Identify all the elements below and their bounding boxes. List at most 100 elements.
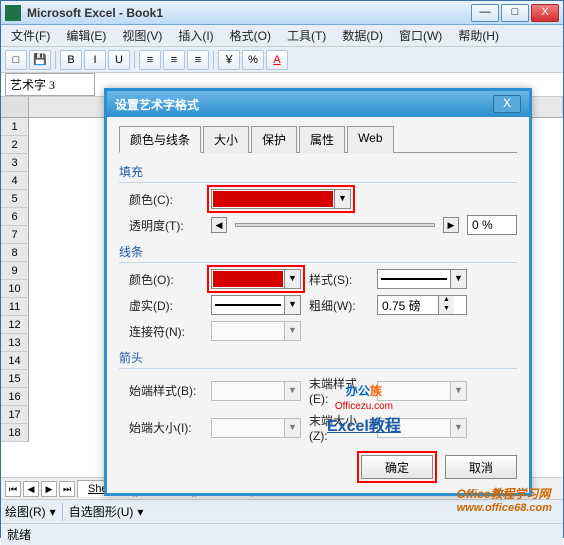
percent-button[interactable]: % [242, 50, 264, 70]
highlight-box: ▼ [207, 265, 305, 293]
titlebar[interactable]: Microsoft Excel - Book1 — □ X [1, 1, 563, 25]
begin-size-combo[interactable]: ▼ [211, 418, 301, 438]
menu-view[interactable]: 视图(V) [116, 25, 168, 46]
row-header[interactable]: 2 [1, 136, 29, 154]
menu-tools[interactable]: 工具(T) [281, 25, 332, 46]
tab-color-lines[interactable]: 颜色与线条 [119, 126, 201, 153]
menu-help[interactable]: 帮助(H) [452, 25, 505, 46]
row-header[interactable]: 10 [1, 280, 29, 298]
line-color-combo[interactable]: ▼ [211, 269, 301, 289]
row-header[interactable]: 9 [1, 262, 29, 280]
connector-label: 连接符(N): [129, 323, 203, 340]
arrows-section: 箭头 始端样式(B): ▼ 末端样式(E): ▼ 始端大小(I): ▼ 末端大小… [119, 349, 517, 443]
save-button[interactable]: 💾 [29, 50, 51, 70]
dropdown-icon: ▼ [334, 190, 350, 208]
row-header[interactable]: 3 [1, 154, 29, 172]
select-all-corner[interactable] [1, 97, 29, 117]
minimize-button[interactable]: — [471, 4, 499, 22]
row-header[interactable]: 14 [1, 352, 29, 370]
prev-sheet-button[interactable]: ◀ [23, 481, 39, 497]
end-style-combo[interactable]: ▼ [377, 381, 467, 401]
row-header[interactable]: 4 [1, 172, 29, 190]
italic-button[interactable]: I [84, 50, 106, 70]
last-sheet-button[interactable]: ⏭ [59, 481, 75, 497]
lines-section: 线条 颜色(O): ▼ 样式(S): ▼ 虚实(D): [119, 243, 517, 341]
close-button[interactable]: X [531, 4, 559, 22]
menu-file[interactable]: 文件(F) [5, 25, 56, 46]
row-header[interactable]: 11 [1, 298, 29, 316]
fill-section: 填充 颜色(C): ▼ 透明度(T): ◀ ▶ 0 % [119, 163, 517, 235]
row-header[interactable]: 7 [1, 226, 29, 244]
menu-insert[interactable]: 插入(I) [172, 25, 219, 46]
dialog-titlebar[interactable]: 设置艺术字格式 X [107, 91, 529, 117]
fill-color-label: 颜色(C): [129, 191, 203, 208]
bold-button[interactable]: B [60, 50, 82, 70]
menu-data[interactable]: 数据(D) [336, 25, 389, 46]
tab-size[interactable]: 大小 [203, 126, 249, 153]
menubar: 文件(F) 编辑(E) 视图(V) 插入(I) 格式(O) 工具(T) 数据(D… [1, 25, 563, 47]
row-header[interactable]: 5 [1, 190, 29, 208]
separator [62, 503, 63, 521]
fill-color-combo[interactable]: ▼ [211, 189, 351, 209]
slider-left-button[interactable]: ◀ [211, 217, 227, 233]
first-sheet-button[interactable]: ⏮ [5, 481, 21, 497]
highlight-box: ▼ [207, 185, 355, 213]
align-right-button[interactable]: ≡ [187, 50, 209, 70]
dash-combo[interactable]: ▼ [211, 295, 301, 315]
window-title: Microsoft Excel - Book1 [27, 6, 471, 20]
begin-style-combo[interactable]: ▼ [211, 381, 301, 401]
dropdown-icon: ▼ [284, 270, 300, 288]
drawing-menu[interactable]: 绘图(R) [5, 503, 46, 520]
cancel-button[interactable]: 取消 [445, 455, 517, 479]
end-size-combo[interactable]: ▼ [377, 418, 467, 438]
autoshapes-menu[interactable]: 自选图形(U) [69, 503, 134, 520]
fill-label: 填充 [119, 163, 517, 183]
toolbar: □ 💾 B I U ≡ ≡ ≡ ￥ % A [1, 47, 563, 73]
row-header[interactable]: 8 [1, 244, 29, 262]
slider-right-button[interactable]: ▶ [443, 217, 459, 233]
row-header[interactable]: 12 [1, 316, 29, 334]
align-left-button[interactable]: ≡ [139, 50, 161, 70]
line-style-combo[interactable]: ▼ [377, 269, 467, 289]
dialog-close-button[interactable]: X [493, 95, 521, 113]
menu-edit[interactable]: 编辑(E) [60, 25, 112, 46]
separator [134, 51, 135, 69]
weight-spinner[interactable]: ▲▼ [377, 295, 467, 315]
row-header[interactable]: 16 [1, 388, 29, 406]
lines-label: 线条 [119, 243, 517, 263]
connector-combo[interactable]: ▼ [211, 321, 301, 341]
name-box[interactable]: 艺术字 3 [5, 73, 95, 96]
currency-button[interactable]: ￥ [218, 50, 240, 70]
spin-down[interactable]: ▼ [439, 305, 454, 314]
transparency-label: 透明度(T): [129, 217, 203, 234]
ok-button[interactable]: 确定 [361, 455, 433, 479]
begin-size-label: 始端大小(I): [129, 419, 203, 436]
row-header[interactable]: 6 [1, 208, 29, 226]
underline-button[interactable]: U [108, 50, 130, 70]
row-header[interactable]: 15 [1, 370, 29, 388]
tab-web[interactable]: Web [347, 126, 393, 153]
transparency-slider[interactable] [235, 217, 435, 233]
dropdown-icon: ▼ [284, 322, 300, 340]
begin-style-label: 始端样式(B): [129, 382, 203, 399]
tab-protect[interactable]: 保护 [251, 126, 297, 153]
dropdown-icon: ▼ [450, 270, 466, 288]
transparency-value[interactable]: 0 % [467, 215, 517, 235]
row-header[interactable]: 17 [1, 406, 29, 424]
menu-format[interactable]: 格式(O) [224, 25, 277, 46]
dialog-title: 设置艺术字格式 [115, 96, 493, 113]
next-sheet-button[interactable]: ▶ [41, 481, 57, 497]
maximize-button[interactable]: □ [501, 4, 529, 22]
menu-window[interactable]: 窗口(W) [393, 25, 448, 46]
spin-up[interactable]: ▲ [439, 296, 454, 305]
font-color-button[interactable]: A [266, 50, 288, 70]
weight-input[interactable] [378, 298, 438, 312]
tab-properties[interactable]: 属性 [299, 126, 345, 153]
row-header[interactable]: 18 [1, 424, 29, 442]
end-style-label: 末端样式(E): [309, 375, 369, 406]
align-center-button[interactable]: ≡ [163, 50, 185, 70]
separator [55, 51, 56, 69]
row-header[interactable]: 1 [1, 118, 29, 136]
new-button[interactable]: □ [5, 50, 27, 70]
row-header[interactable]: 13 [1, 334, 29, 352]
